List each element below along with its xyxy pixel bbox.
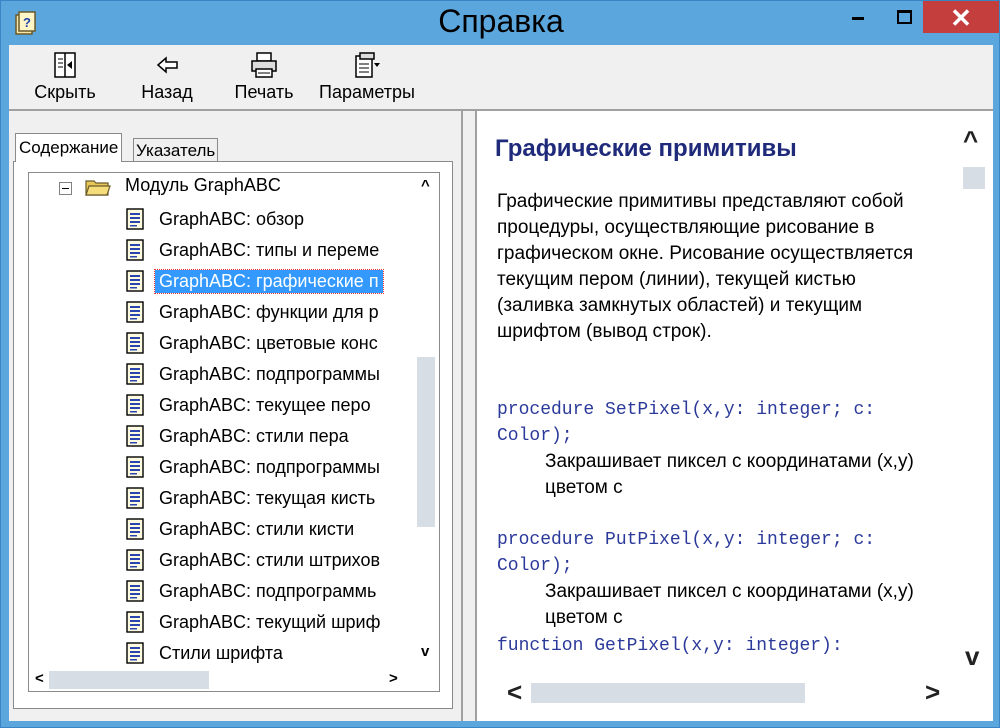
help-page-icon — [126, 301, 144, 323]
tab-index[interactable]: Указатель — [133, 138, 219, 162]
options-label: Параметры — [319, 82, 415, 102]
back-label: Назад — [141, 82, 193, 102]
contents-panel: Модуль GraphABC GraphABC: обзор GraphABC:… — [13, 161, 453, 709]
minimize-button[interactable] — [841, 1, 875, 33]
maximize-button[interactable] — [887, 1, 921, 33]
back-arrow-icon — [156, 56, 178, 74]
entry-desc: Закрашивает пиксел с координатами (x,y) … — [545, 581, 914, 628]
tree-item-label: GraphABC: графические п — [154, 269, 384, 294]
tree-hscroll-thumb[interactable] — [49, 671, 209, 689]
entry-code: procedure PutPixel(x,y: integer; c: Colo… — [497, 530, 876, 576]
entry-desc: Закрашивает пиксел с координатами (x,y) … — [545, 451, 914, 498]
tree-item-label: GraphABC: текущее перо — [159, 395, 371, 415]
help-page-icon — [126, 642, 144, 664]
close-icon: ✕ — [950, 3, 972, 33]
options-icon — [355, 52, 380, 78]
navigation-pane: Содержание Указатель Модуль GraphABC Gra… — [9, 111, 461, 721]
tree-item-label: GraphABC: подпрограммь — [159, 581, 377, 601]
help-page-icon — [126, 332, 144, 354]
entry-getpixel: function GetPixel(x,y: integer): — [497, 633, 937, 659]
scroll-right-icon[interactable]: > — [389, 670, 398, 687]
scroll-up-icon[interactable]: ^ — [963, 125, 978, 156]
close-button[interactable]: ✕ — [923, 1, 999, 33]
tree-item-label: GraphABC: текущая кисть — [159, 488, 376, 508]
tree-item-label: GraphABC: текущий шриф — [159, 612, 381, 632]
minimize-icon — [852, 17, 864, 20]
maximize-icon — [897, 10, 912, 24]
help-page-icon — [126, 394, 144, 416]
help-page-icon — [126, 549, 144, 571]
pane-splitter[interactable] — [461, 111, 477, 721]
tree-item-label: GraphABC: подпрограммы — [159, 364, 380, 384]
scroll-right-icon[interactable]: > — [925, 677, 940, 708]
topic-hscroll-thumb[interactable] — [531, 683, 805, 703]
print-button[interactable]: Печать — [227, 51, 301, 103]
tab-contents[interactable]: Содержание — [15, 133, 123, 162]
help-page-icon — [126, 580, 144, 602]
help-page-icon — [126, 518, 144, 540]
printer-icon — [251, 52, 277, 78]
scroll-down-icon[interactable]: v — [421, 643, 429, 660]
toolbar: Скрыть Назад Печать Параметры — [9, 45, 993, 111]
tree-item-label: GraphABC: подпрограммы — [159, 457, 380, 477]
contents-tree[interactable]: Модуль GraphABC GraphABC: обзор GraphABC:… — [28, 172, 440, 692]
tree-scroll-thumb[interactable] — [417, 357, 435, 527]
entry-setpixel: procedure SetPixel(x,y: integer; c: Colo… — [497, 397, 937, 501]
tree-item-label: GraphABC: типы и переме — [159, 240, 380, 260]
topic-pane: Графические примитивы Графические примит… — [477, 111, 993, 721]
tree-item-label: GraphABC: стили штрихов — [159, 550, 381, 570]
scroll-up-icon[interactable]: ^ — [421, 177, 430, 194]
entry-code: procedure SetPixel(x,y: integer; c: Colo… — [497, 400, 876, 446]
topic-intro: Графические примитивы представляют собой… — [497, 191, 914, 342]
help-page-icon — [126, 208, 144, 230]
tree-horizontal-scrollbar[interactable]: < > — [29, 669, 439, 691]
title-bar[interactable]: ? Справка ✕ — [1, 1, 1000, 45]
scroll-down-icon[interactable]: v — [965, 641, 979, 672]
tree-item-label: Стили шрифта — [159, 643, 283, 663]
scroll-left-icon[interactable]: < — [35, 670, 44, 687]
help-page-icon — [126, 239, 144, 261]
tree-item-label: GraphABC: цветовые конс — [159, 333, 378, 353]
entry-putpixel: procedure PutPixel(x,y: integer; c: Colo… — [497, 527, 937, 631]
help-page-icon — [126, 456, 144, 478]
scroll-left-icon[interactable]: < — [507, 677, 522, 708]
client-area: Скрыть Назад Печать Параметры Содержание… — [9, 45, 993, 721]
help-window: ? Справка ✕ Скрыть Назад Печать Параметр… — [0, 0, 1000, 728]
help-page-icon — [126, 363, 144, 385]
help-page-icon — [126, 425, 144, 447]
tree-item-label: GraphABC: обзор — [159, 209, 305, 229]
help-page-icon — [126, 611, 144, 633]
collapse-icon[interactable] — [59, 182, 72, 195]
hide-icon — [54, 52, 76, 78]
topic-heading: Графические примитивы — [495, 135, 797, 162]
hide-button[interactable]: Скрыть — [29, 51, 101, 103]
tree-root-label: Модуль GraphABC — [125, 175, 281, 195]
hide-label: Скрыть — [34, 82, 96, 102]
tree-vertical-scrollbar[interactable]: ^ v — [415, 173, 439, 691]
tree-item-label: GraphABC: стили пера — [159, 426, 349, 446]
print-label: Печать — [234, 82, 294, 102]
open-folder-icon — [85, 180, 111, 196]
topic-vertical-scrollbar[interactable]: ^ v — [953, 111, 993, 671]
back-button[interactable]: Назад — [133, 51, 201, 103]
help-page-icon — [126, 270, 144, 292]
topic-horizontal-scrollbar[interactable]: < > — [477, 671, 993, 721]
tree-item-label: GraphABC: функции для р — [159, 302, 379, 322]
topic-scroll-thumb[interactable] — [963, 167, 985, 189]
options-button[interactable]: Параметры — [315, 51, 419, 103]
help-page-icon — [126, 487, 144, 509]
entry-code: function GetPixel(x,y: integer): — [497, 636, 843, 656]
tree-item-label: GraphABC: стили кисти — [159, 519, 355, 539]
